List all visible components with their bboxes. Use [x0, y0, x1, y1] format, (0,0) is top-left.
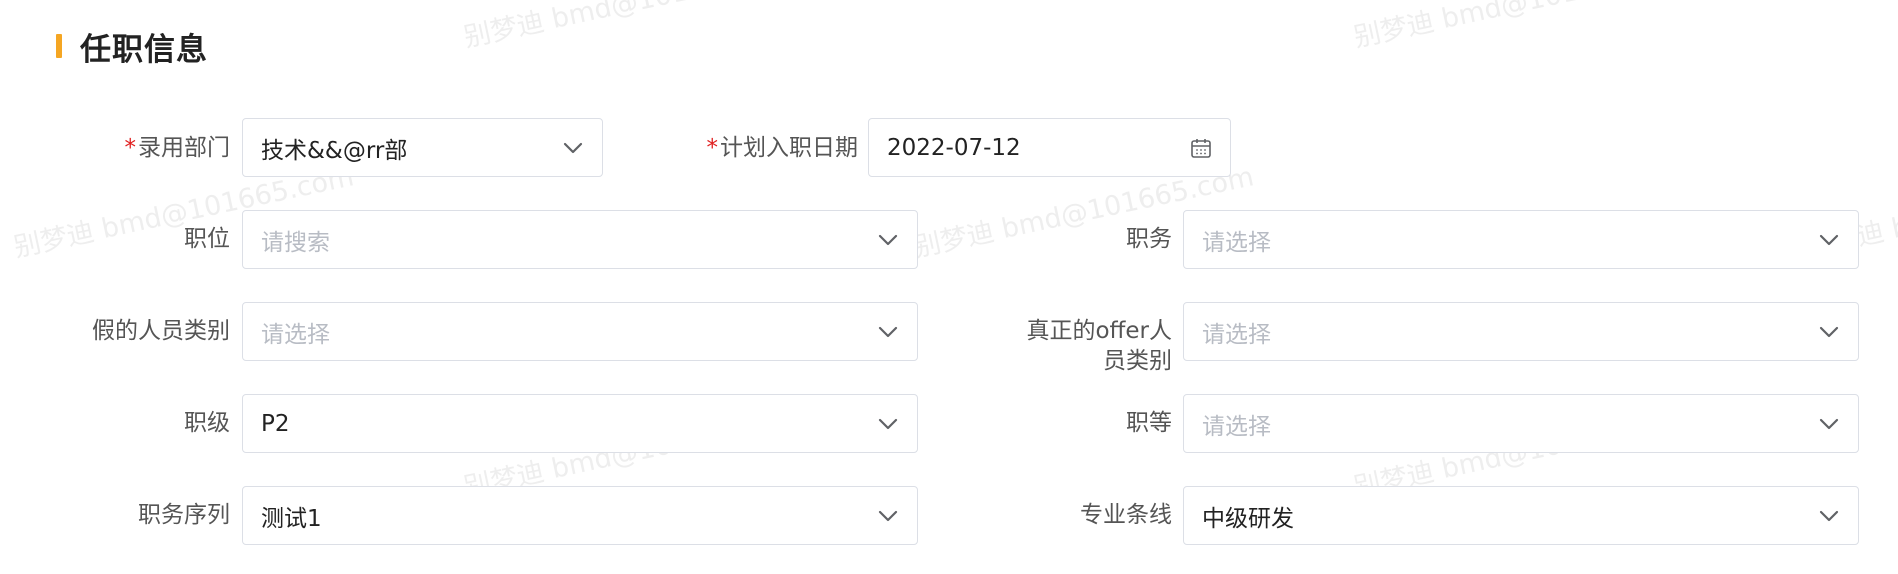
onboard-date-label: *计划入职日期	[706, 135, 859, 161]
rank-select[interactable]: P2	[242, 394, 918, 453]
chevron-down-icon	[877, 505, 899, 527]
required-mark: *	[706, 135, 719, 161]
professional-line-label: 专业条线	[1080, 502, 1172, 528]
section-title: 任职信息	[80, 31, 208, 68]
grade-placeholder: 请选择	[1202, 413, 1271, 440]
professional-line-value: 中级研发	[1202, 505, 1294, 532]
department-select[interactable]: 技术&&@rr部	[242, 118, 603, 177]
position-label: 职位	[184, 226, 230, 252]
offer-category-label: 真正的offer人 员类别	[1026, 318, 1172, 374]
rank-value: P2	[261, 410, 290, 437]
calendar-icon[interactable]	[1190, 137, 1212, 159]
chevron-down-icon	[877, 413, 899, 435]
duty-sequence-value: 测试1	[261, 505, 322, 532]
department-value: 技术&&@rr部	[261, 137, 408, 164]
fake-category-label: 假的人员类别	[92, 318, 230, 344]
duty-label: 职务	[1126, 226, 1172, 252]
section-header: 任职信息	[56, 26, 208, 68]
fake-category-placeholder: 请选择	[261, 321, 330, 348]
rank-label: 职级	[184, 410, 230, 436]
duty-sequence-label: 职务序列	[138, 502, 230, 528]
grade-select[interactable]: 请选择	[1183, 394, 1859, 453]
chevron-down-icon	[1818, 321, 1840, 343]
chevron-down-icon	[562, 137, 584, 159]
duty-placeholder: 请选择	[1202, 229, 1271, 256]
fake-category-select[interactable]: 请选择	[242, 302, 918, 361]
employment-info-form: 别梦迪 bmd@101665.com 别梦迪 bmd@101665.com 别梦…	[0, 0, 1898, 574]
position-search-select[interactable]: 请搜索	[242, 210, 918, 269]
offer-category-select[interactable]: 请选择	[1183, 302, 1859, 361]
chevron-down-icon	[877, 229, 899, 251]
required-mark: *	[124, 135, 137, 161]
watermark: 别梦迪 bmd@101665.com	[461, 0, 807, 54]
offer-category-placeholder: 请选择	[1202, 321, 1271, 348]
chevron-down-icon	[877, 321, 899, 343]
professional-line-select[interactable]: 中级研发	[1183, 486, 1859, 545]
onboard-date-picker[interactable]: 2022-07-12	[868, 118, 1231, 177]
onboard-date-value: 2022-07-12	[887, 134, 1021, 161]
position-placeholder: 请搜索	[261, 229, 330, 256]
chevron-down-icon	[1818, 413, 1840, 435]
department-label: *录用部门	[124, 135, 231, 161]
duty-select[interactable]: 请选择	[1183, 210, 1859, 269]
duty-sequence-select[interactable]: 测试1	[242, 486, 918, 545]
chevron-down-icon	[1818, 505, 1840, 527]
watermark: 别梦迪 bmd@101665.com	[1351, 0, 1697, 54]
chevron-down-icon	[1818, 229, 1840, 251]
grade-label: 职等	[1126, 410, 1172, 436]
section-accent-bar	[56, 34, 62, 58]
